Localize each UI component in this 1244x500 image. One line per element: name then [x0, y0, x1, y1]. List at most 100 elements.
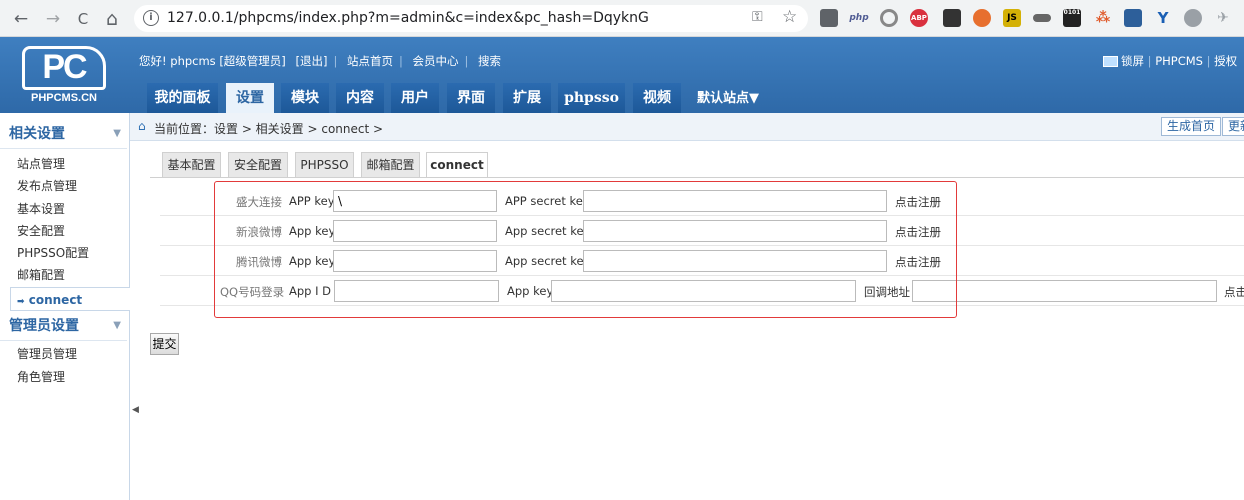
submit-button[interactable]: 提交 [150, 333, 179, 355]
tab-security-config[interactable]: 安全配置 [228, 152, 288, 178]
tencent-app-key-input[interactable] [333, 250, 497, 272]
phpcms-logo[interactable]: PC PHPCMS.CN [22, 46, 106, 106]
tab-modules[interactable]: 模块 [281, 83, 329, 113]
pepper-ext-icon[interactable] [973, 9, 991, 27]
row-tencent: 腾讯微博 App key App secret key 点击注册 [160, 246, 1244, 276]
sidebar-item-role-manage[interactable]: 角色管理 [17, 368, 65, 385]
row-label: 盛大连接 [236, 195, 282, 209]
laptop-ext-icon[interactable] [820, 9, 838, 27]
register-link[interactable]: 点击注册 [895, 254, 941, 270]
field-label: 回调地址 [864, 285, 910, 299]
right-links: 锁屏 | PHPCMS | 授权 [1103, 53, 1237, 69]
js-ext-icon[interactable]: JS [1003, 9, 1021, 27]
field-label: App I D [289, 284, 332, 298]
home-icon: ⌂ [138, 119, 146, 133]
field-label: APP key [289, 194, 335, 208]
shanda-app-secret-input[interactable] [583, 190, 887, 212]
qq-app-key-input[interactable] [551, 280, 856, 302]
tab-phpsso-config[interactable]: PHPSSO [295, 152, 354, 178]
sidebar-section-related-settings[interactable]: 相关设置 ▼ [0, 119, 127, 149]
tab-interface[interactable]: 界面 [447, 83, 495, 113]
row-label: QQ号码登录 [220, 285, 285, 299]
app-header: PC PHPCMS.CN 您好! phpcms [超级管理员] [退出] | 站点… [0, 37, 1244, 113]
tab-extensions[interactable]: 扩展 [503, 83, 551, 113]
network-ext-icon[interactable]: ⁂ [1094, 9, 1112, 27]
circle-ext-icon[interactable] [880, 9, 898, 27]
url-text[interactable]: 127.0.0.1/phpcms/index.php?m=admin&c=ind… [167, 10, 649, 26]
register-link[interactable]: 点击 [1224, 284, 1244, 300]
qq-callback-url-input[interactable] [912, 280, 1217, 302]
tencent-app-secret-input[interactable] [583, 250, 887, 272]
register-link[interactable]: 点击注册 [895, 224, 941, 240]
sidebar-item-connect[interactable]: ➡ connect [10, 287, 130, 311]
php-ext-icon[interactable]: php [848, 9, 870, 27]
sidebar-item-admin-manage[interactable]: 管理员管理 [17, 345, 77, 362]
update-cache-button[interactable]: 更新 [1222, 117, 1244, 136]
member-center-link[interactable]: 会员中心 [413, 54, 459, 68]
tab-divider [150, 177, 1244, 178]
tab-phpsso[interactable]: phpsso [558, 83, 625, 113]
row-qq: QQ号码登录 App I D App key 回调地址 点击 [160, 276, 1244, 306]
license-link[interactable]: 授权 [1214, 54, 1237, 68]
register-link[interactable]: 点击注册 [895, 194, 941, 210]
arrow-icon: ➡ [17, 297, 25, 307]
info-icon[interactable]: i [143, 10, 159, 26]
shanda-app-key-input[interactable] [333, 190, 497, 212]
field-label: App secret key [505, 254, 591, 268]
site-home-link[interactable]: 站点首页 [347, 54, 393, 68]
site-switcher[interactable]: 默认站点▼ [697, 87, 759, 106]
back-icon[interactable]: ← [9, 7, 33, 31]
key-icon[interactable]: ⚿ [752, 9, 763, 25]
row-label: 腾讯微博 [236, 255, 282, 269]
breadcrumb: 当前位置：设置 > 相关设置 > connect > [154, 122, 384, 136]
sina-app-key-input[interactable] [333, 220, 497, 242]
tab-connect[interactable]: connect [426, 152, 488, 178]
sidebar-toggle-icon[interactable]: ◀ [132, 405, 139, 415]
sidebar-item-basic-settings[interactable]: 基本设置 [17, 200, 65, 217]
field-label: App key [507, 284, 554, 298]
tab-video[interactable]: 视频 [633, 83, 681, 113]
row-shanda: 盛大连接 APP key APP secret key 点击注册 [160, 186, 1244, 216]
lock-screen-link[interactable]: 锁屏 [1121, 54, 1144, 68]
forward-icon[interactable]: → [41, 7, 65, 31]
qq-app-id-input[interactable] [334, 280, 499, 302]
field-label: App secret key [505, 224, 591, 238]
y-ext-icon[interactable]: Y [1154, 9, 1172, 27]
tab-users[interactable]: 用户 [391, 83, 439, 113]
search-link[interactable]: 搜索 [478, 54, 501, 68]
tab-mail-config[interactable]: 邮箱配置 [361, 152, 420, 178]
sidebar-item-security[interactable]: 安全配置 [17, 222, 65, 239]
lock-screen-icon[interactable] [1103, 56, 1118, 67]
address-bar[interactable]: i 127.0.0.1/phpcms/index.php?m=admin&c=i… [134, 5, 808, 32]
home-icon[interactable]: ⌂ [100, 7, 124, 31]
tab-settings[interactable]: 设置 [226, 83, 274, 113]
sidebar-item-phpsso[interactable]: PHPSSO配置 [17, 244, 89, 261]
reload-icon[interactable]: C [71, 7, 95, 31]
top-links: 您好! phpcms [超级管理员] [退出] | 站点首页 | 会员中心 | 搜索 [139, 54, 502, 68]
generate-home-button[interactable]: 生成首页 [1161, 117, 1222, 136]
field-label: APP secret key [505, 194, 590, 208]
mask-ext-icon[interactable] [943, 9, 961, 27]
collapse-icon[interactable]: ▼ [113, 119, 121, 149]
glasses-ext-icon[interactable] [1033, 14, 1051, 22]
puzzle-ext-icon[interactable]: ✈ [1214, 9, 1232, 27]
abp-ext-icon[interactable]: ABP [910, 9, 928, 27]
tab-my-panel[interactable]: 我的面板 [147, 83, 218, 113]
drive-ext-icon[interactable] [1184, 9, 1202, 27]
sidebar-item-mail[interactable]: 邮箱配置 [17, 266, 65, 283]
welcome-text: 您好! phpcms [超级管理员] [139, 54, 286, 68]
binary-ext-icon[interactable]: 0101 [1063, 9, 1081, 27]
sidebar-item-publish-points[interactable]: 发布点管理 [17, 177, 77, 194]
field-label: App key [289, 254, 336, 268]
tab-content[interactable]: 内容 [336, 83, 384, 113]
chart-ext-icon[interactable] [1124, 9, 1142, 27]
sidebar-item-site-manage[interactable]: 站点管理 [17, 155, 65, 172]
bookmark-star-icon[interactable]: ☆ [782, 7, 797, 27]
sidebar-section-admin-settings[interactable]: 管理员设置 ▼ [0, 311, 127, 341]
tab-basic-config[interactable]: 基本配置 [162, 152, 221, 178]
collapse-icon[interactable]: ▼ [113, 311, 121, 341]
sina-app-secret-input[interactable] [583, 220, 887, 242]
phpcms-link[interactable]: PHPCMS [1155, 54, 1203, 68]
logout-link[interactable]: [退出] [295, 54, 327, 68]
breadcrumb-bar: ⌂ 当前位置：设置 > 相关设置 > connect > 生成首页 更新 [130, 113, 1244, 141]
